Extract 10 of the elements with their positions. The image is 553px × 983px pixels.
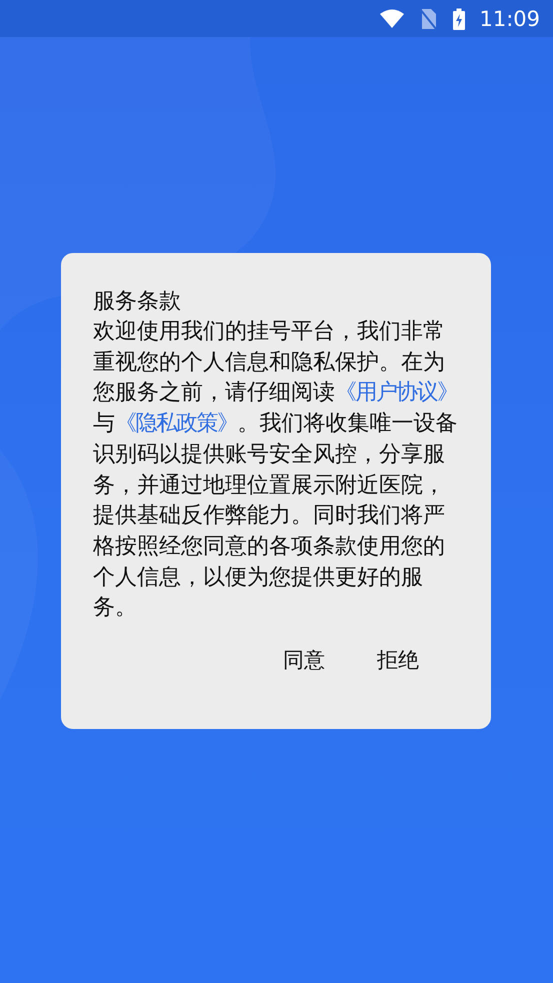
dialog-title: 服务条款 [93, 288, 182, 316]
battery-charging-icon [453, 8, 466, 30]
status-time: 11:09 [479, 6, 540, 30]
agree-button[interactable]: 同意 [263, 640, 345, 680]
no-sim-icon [419, 8, 438, 30]
policy-link[interactable]: 《用户协议》 [335, 380, 458, 406]
terms-text: 欢迎使用我们的挂号平台，我们非常重视您的个人信息和隐私保护。在为您服务之前，请仔细阅读《用户协议》 与《隐私政策》。我们将收集唯一设备识别码以提供账号安全风控，分享服务，并通过地理位置展示附近医院，提供基础反作弊能力。同时我们将严格按照经您同意的各项条款使用您的个人信息，以便为您提供更好的服务。 [93, 318, 458, 622]
decline-button[interactable]: 拒绝 [357, 640, 439, 680]
policy-link[interactable]: 《隐私政策》 [115, 411, 238, 436]
wifi-icon [379, 8, 406, 28]
